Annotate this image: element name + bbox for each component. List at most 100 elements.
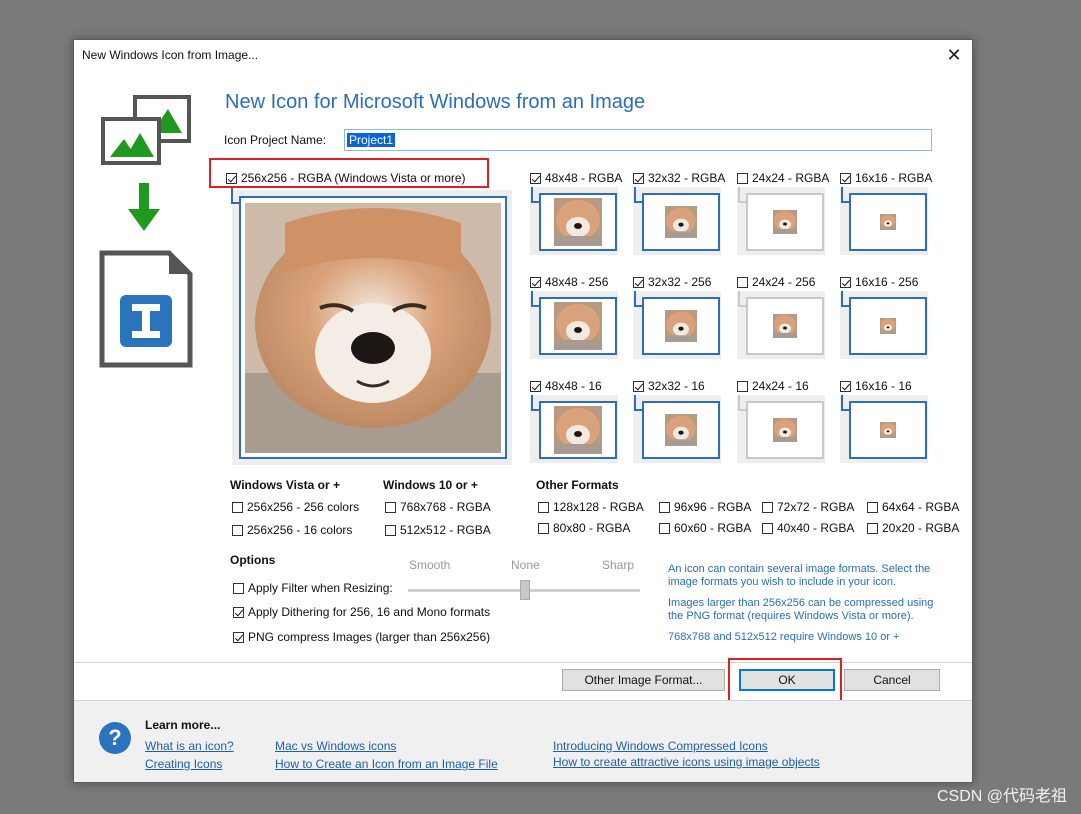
format-label: 48x48 - 256: [545, 275, 609, 289]
link-attractive-icons[interactable]: How to create attractive icons using ima…: [553, 755, 820, 769]
slider-label-none: None: [511, 558, 540, 572]
win10-512-checkbox[interactable]: 512x512 - RGBA: [385, 523, 491, 537]
apply-filter-checkbox[interactable]: Apply Filter when Resizing:: [233, 581, 393, 595]
other-60-checkbox[interactable]: 60x60 - RGBA: [659, 521, 751, 535]
learn-more-title: Learn more...: [145, 718, 221, 732]
checkbox-box: [737, 172, 748, 184]
checkbox-box: [232, 501, 243, 513]
format-label: 24x24 - 16: [752, 379, 809, 393]
checkbox-box: [633, 276, 644, 288]
png-compress-label: PNG compress Images (larger than 256x256…: [248, 630, 491, 644]
other-128-checkbox[interactable]: 128x128 - RGBA: [538, 500, 644, 514]
format-checkbox[interactable]: 48x48 - 256: [530, 275, 608, 289]
dog-preview-image: [245, 203, 501, 453]
format-label: 24x24 - 256: [752, 275, 816, 289]
vista-16-colors-checkbox[interactable]: 256x256 - 16 colors: [232, 523, 352, 537]
info-line: the PNG format (requires Windows Vista o…: [668, 610, 914, 622]
win10-768-checkbox[interactable]: 768x768 - RGBA: [385, 500, 491, 514]
format-checkbox[interactable]: 24x24 - 16: [737, 379, 809, 393]
checkbox-box: [233, 606, 244, 618]
link-compressed-icons[interactable]: Introducing Windows Compressed Icons: [553, 739, 768, 753]
highlight-box-format: [209, 158, 489, 188]
info-line: image formats you wish to include in you…: [668, 576, 897, 588]
dog-thumbnail-image: [554, 406, 602, 454]
png-compress-checkbox[interactable]: PNG compress Images (larger than 256x256…: [233, 630, 490, 644]
other-72-checkbox[interactable]: 72x72 - RGBA: [762, 500, 854, 514]
apply-dithering-checkbox[interactable]: Apply Dithering for 256, 16 and Mono for…: [233, 605, 490, 619]
checkbox-box: [867, 522, 878, 534]
format-checkbox[interactable]: 48x48 - 16: [530, 379, 602, 393]
link-what-is-icon[interactable]: What is an icon?: [145, 739, 234, 753]
other-image-format-button[interactable]: Other Image Format...: [562, 669, 725, 691]
vista-256-colors-label: 256x256 - 256 colors: [247, 500, 360, 514]
dog-thumbnail-image: [665, 206, 697, 238]
other-40-checkbox[interactable]: 40x40 - RGBA: [762, 521, 854, 535]
highlight-box-ok: [728, 658, 842, 706]
format-label: 16x16 - 16: [855, 379, 912, 393]
icon-file-icon: [99, 250, 193, 368]
format-checkbox[interactable]: 16x16 - RGBA: [840, 171, 932, 185]
section-win10-title: Windows 10 or +: [383, 478, 478, 492]
info-paragraph-3: 768x768 and 512x512 require Windows 10 o…: [668, 631, 900, 643]
dog-thumbnail-image: [554, 302, 602, 350]
other-64-label: 64x64 - RGBA: [882, 500, 960, 514]
link-creating-icons[interactable]: Creating Icons: [145, 757, 222, 771]
checkbox-box: [530, 276, 541, 288]
dog-thumbnail-image: [773, 210, 797, 234]
format-checkbox[interactable]: 32x32 - RGBA: [633, 171, 725, 185]
other-128-label: 128x128 - RGBA: [553, 500, 644, 514]
filter-slider-thumb[interactable]: [520, 580, 530, 600]
apply-filter-label: Apply Filter when Resizing:: [248, 581, 393, 595]
checkbox-box: [233, 582, 244, 594]
arrow-down-icon: [128, 183, 160, 231]
slider-label-smooth: Smooth: [409, 558, 451, 572]
apply-dithering-label: Apply Dithering for 256, 16 and Mono for…: [248, 605, 491, 619]
format-checkbox[interactable]: 24x24 - 256: [737, 275, 815, 289]
format-checkbox[interactable]: 16x16 - 16: [840, 379, 912, 393]
checkbox-box: [659, 522, 670, 534]
page-title: New Icon for Microsoft Windows from an I…: [225, 91, 646, 113]
question-icon: ?: [99, 722, 131, 754]
checkbox-box: [659, 501, 670, 513]
other-96-checkbox[interactable]: 96x96 - RGBA: [659, 500, 751, 514]
other-20-label: 20x20 - RGBA: [882, 521, 960, 535]
format-label: 48x48 - RGBA: [545, 171, 623, 185]
win10-512-label: 512x512 - RGBA: [400, 523, 491, 537]
dog-thumbnail-image: [665, 310, 697, 342]
options-title: Options: [230, 553, 276, 567]
other-80-checkbox[interactable]: 80x80 - RGBA: [538, 521, 630, 535]
format-checkbox[interactable]: 24x24 - RGBA: [737, 171, 829, 185]
dog-thumbnail-image: [773, 314, 797, 338]
link-mac-vs-windows[interactable]: Mac vs Windows icons: [275, 739, 396, 753]
dog-thumbnail-image: [880, 422, 896, 438]
checkbox-box: [737, 380, 748, 392]
format-checkbox[interactable]: 16x16 - 256: [840, 275, 918, 289]
other-20-checkbox[interactable]: 20x20 - RGBA: [867, 521, 959, 535]
dog-thumbnail-image: [880, 214, 896, 230]
checkbox-box: [633, 380, 644, 392]
format-checkbox[interactable]: 48x48 - RGBA: [530, 171, 622, 185]
format-checkbox[interactable]: 32x32 - 16: [633, 379, 705, 393]
project-name-label: Icon Project Name:: [224, 133, 327, 147]
project-name-input[interactable]: Project1: [344, 129, 932, 151]
section-vista-title: Windows Vista or +: [230, 478, 341, 492]
other-64-checkbox[interactable]: 64x64 - RGBA: [867, 500, 959, 514]
format-checkbox[interactable]: 32x32 - 256: [633, 275, 711, 289]
checkbox-box: [530, 380, 541, 392]
checkbox-box: [385, 501, 396, 513]
title-bar: New Windows Icon from Image... ✕: [74, 40, 972, 70]
link-create-from-image[interactable]: How to Create an Icon from an Image File: [275, 757, 498, 771]
images-icon: [101, 95, 191, 165]
close-icon[interactable]: ✕: [942, 43, 966, 67]
format-label: 16x16 - RGBA: [855, 171, 933, 185]
vista-16-colors-label: 256x256 - 16 colors: [247, 523, 353, 537]
other-40-label: 40x40 - RGBA: [777, 521, 855, 535]
info-line: An icon can contain several image format…: [668, 563, 931, 575]
slider-label-sharp: Sharp: [602, 558, 635, 572]
checkbox-box: [840, 380, 851, 392]
format-label: 32x32 - 16: [648, 379, 705, 393]
vista-256-colors-checkbox[interactable]: 256x256 - 256 colors: [232, 500, 359, 514]
checkbox-box: [538, 501, 549, 513]
section-other-title: Other Formats: [536, 478, 619, 492]
cancel-button[interactable]: Cancel: [844, 669, 940, 691]
